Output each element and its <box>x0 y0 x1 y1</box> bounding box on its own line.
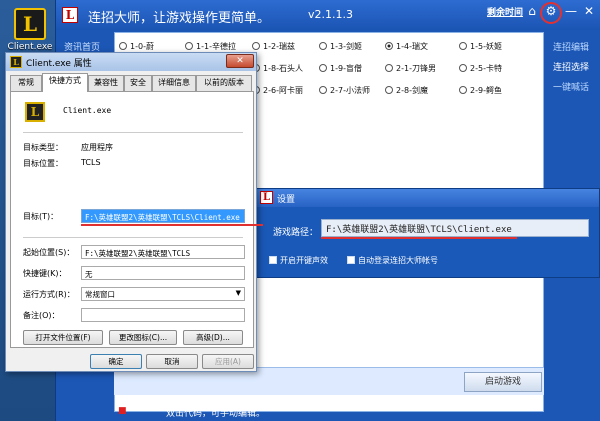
radio-circle-icon <box>385 86 393 94</box>
nav-item-combo-edit[interactable]: 连招编辑 <box>553 40 589 53</box>
app-logo-icon: L <box>62 7 78 23</box>
settings-titlebar: L 设置 <box>257 189 599 207</box>
radio-option[interactable]: 2-6-阿卡丽 <box>252 85 303 96</box>
radio-circle-icon <box>252 42 260 50</box>
tab-compatibility[interactable]: 兼容性 <box>88 75 124 91</box>
radio-circle-icon <box>459 86 467 94</box>
chevron-down-icon: ▼ <box>235 289 241 297</box>
target-input[interactable]: F:\英雄联盟2\英雄联盟\TCLS\Client.exe <box>81 209 245 223</box>
target-location-value: TCLS <box>81 158 101 167</box>
radio-option[interactable]: 1-8-石头人 <box>252 63 303 74</box>
path-red-underline <box>321 237 517 239</box>
tab-security[interactable]: 安全 <box>124 75 152 91</box>
radio-circle-icon <box>319 42 327 50</box>
radio-option[interactable]: 2-5-卡特 <box>459 63 502 74</box>
target-type-label: 目标类型： <box>23 143 63 152</box>
gear-icon[interactable]: ⚙ <box>543 4 559 18</box>
radio-option[interactable]: 2-8-剑魔 <box>385 85 428 96</box>
footer-hint: 双击代码，可手动编辑。 <box>166 409 266 419</box>
radio-circle-icon <box>459 64 467 72</box>
radio-circle-icon <box>185 42 193 50</box>
sound-effect-checkbox[interactable]: 开启开键声效 <box>269 255 328 266</box>
radio-option[interactable]: 2-9-鳄鱼 <box>459 85 502 96</box>
radio-circle-icon <box>385 42 393 50</box>
radio-option-selected[interactable]: 1-4-瑞文 <box>385 41 428 52</box>
desktop-shortcut-client[interactable]: L Client.exe <box>4 8 56 52</box>
radio-option[interactable]: 2-1-刀锋男 <box>385 63 436 74</box>
divider <box>23 132 243 133</box>
apply-button[interactable]: 应用(A) <box>202 354 254 369</box>
shortcut-key-input[interactable]: 无 <box>81 266 245 280</box>
checkbox-icon <box>347 256 355 264</box>
nav-item-combo-select[interactable]: 连招选择 <box>553 60 589 73</box>
radio-option[interactable]: 1-5-妖姬 <box>459 41 502 52</box>
home-icon[interactable]: ⌂ <box>524 4 540 18</box>
file-properties-dialog: L Client.exe 属性 ✕ 常规 快捷方式 兼容性 安全 详细信息 以前… <box>5 52 263 372</box>
game-path-label: 游戏路径： <box>273 228 319 238</box>
radio-option[interactable]: 1-2-瑞兹 <box>252 41 295 52</box>
file-name: Client.exe <box>63 106 112 115</box>
nav-item-one-key-shout[interactable]: 一键喊话 <box>553 80 589 93</box>
run-mode-label: 运行方式(R)： <box>23 290 75 299</box>
advanced-button[interactable]: 高级(D)... <box>183 330 243 345</box>
start-in-label: 起始位置(S)： <box>23 248 75 257</box>
app-version: v2.1.1.3 <box>308 8 353 21</box>
radio-option[interactable]: 1-3-剑姬 <box>319 41 362 52</box>
divider <box>23 237 243 238</box>
start-in-input[interactable]: F:\英雄联盟2\英雄联盟\TCLS <box>81 245 245 259</box>
radio-option[interactable]: 1-1-辛德拉 <box>185 41 236 52</box>
tab-general[interactable]: 常规 <box>10 75 42 91</box>
close-button[interactable]: ✕ <box>226 54 254 68</box>
properties-title: Client.exe 属性 <box>26 59 92 69</box>
radio-circle-icon <box>319 64 327 72</box>
game-path-input[interactable]: F:\英雄联盟2\英雄联盟\TCLS\Client.exe <box>321 219 589 237</box>
minimize-icon[interactable]: — <box>563 4 579 18</box>
target-red-underline <box>81 224 263 226</box>
auto-login-checkbox[interactable]: 自动登录连招大师帐号 <box>347 255 438 266</box>
target-label: 目标(T)： <box>23 212 59 221</box>
remaining-time-link[interactable]: 剩余时间 <box>487 5 523 18</box>
close-icon[interactable]: ✕ <box>581 4 597 18</box>
properties-titlebar: L Client.exe 属性 ✕ <box>6 53 256 71</box>
open-file-location-button[interactable]: 打开文件位置(F) <box>23 330 103 345</box>
app-title: 连招大师，让游戏操作更简单。 <box>88 11 271 26</box>
settings-logo-icon: L <box>260 191 273 204</box>
settings-dialog: L 设置 游戏路径： F:\英雄联盟2\英雄联盟\TCLS\Client.exe… <box>256 188 600 278</box>
tab-previous-versions[interactable]: 以前的版本 <box>196 75 252 91</box>
tab-details[interactable]: 详细信息 <box>152 75 196 91</box>
target-type-value: 应用程序 <box>81 143 113 152</box>
start-game-button[interactable]: 启动游戏 <box>464 372 542 392</box>
tab-shortcut[interactable]: 快捷方式 <box>42 73 88 92</box>
radio-circle-icon <box>459 42 467 50</box>
app-titlebar: L 连招大师，让游戏操作更简单。 v2.1.1.3 剩余时间 ⌂ ⚙ — ✕ <box>56 0 600 30</box>
radio-option[interactable]: 2-7-小法师 <box>319 85 370 96</box>
client-app-icon: L <box>25 102 45 122</box>
shortcut-tab-body: L Client.exe 目标类型： 应用程序 目标位置： TCLS 目标(T)… <box>10 91 263 348</box>
run-mode-select[interactable]: 常规窗口 ▼ <box>81 287 245 301</box>
ok-button[interactable]: 确定 <box>90 354 142 369</box>
radio-circle-icon <box>319 86 327 94</box>
checkbox-icon <box>269 256 277 264</box>
shortcut-key-label: 快捷键(K)： <box>23 269 67 278</box>
desktop-shortcut-label: Client.exe <box>7 42 53 52</box>
radio-circle-icon <box>119 42 127 50</box>
radio-option[interactable]: 1-9-盲僧 <box>319 63 362 74</box>
target-location-label: 目标位置： <box>23 159 63 168</box>
change-icon-button[interactable]: 更改图标(C)... <box>109 330 177 345</box>
comment-input[interactable] <box>81 308 245 322</box>
client-app-icon: L <box>10 56 22 68</box>
comment-label: 备注(O)： <box>23 311 60 320</box>
client-app-icon: L <box>14 8 46 40</box>
cancel-button[interactable]: 取消 <box>146 354 198 369</box>
red-status-marker: ■ <box>118 406 127 416</box>
radio-option[interactable]: 1-0-蔚 <box>119 41 154 52</box>
radio-circle-icon <box>385 64 393 72</box>
settings-title: 设置 <box>277 195 296 205</box>
